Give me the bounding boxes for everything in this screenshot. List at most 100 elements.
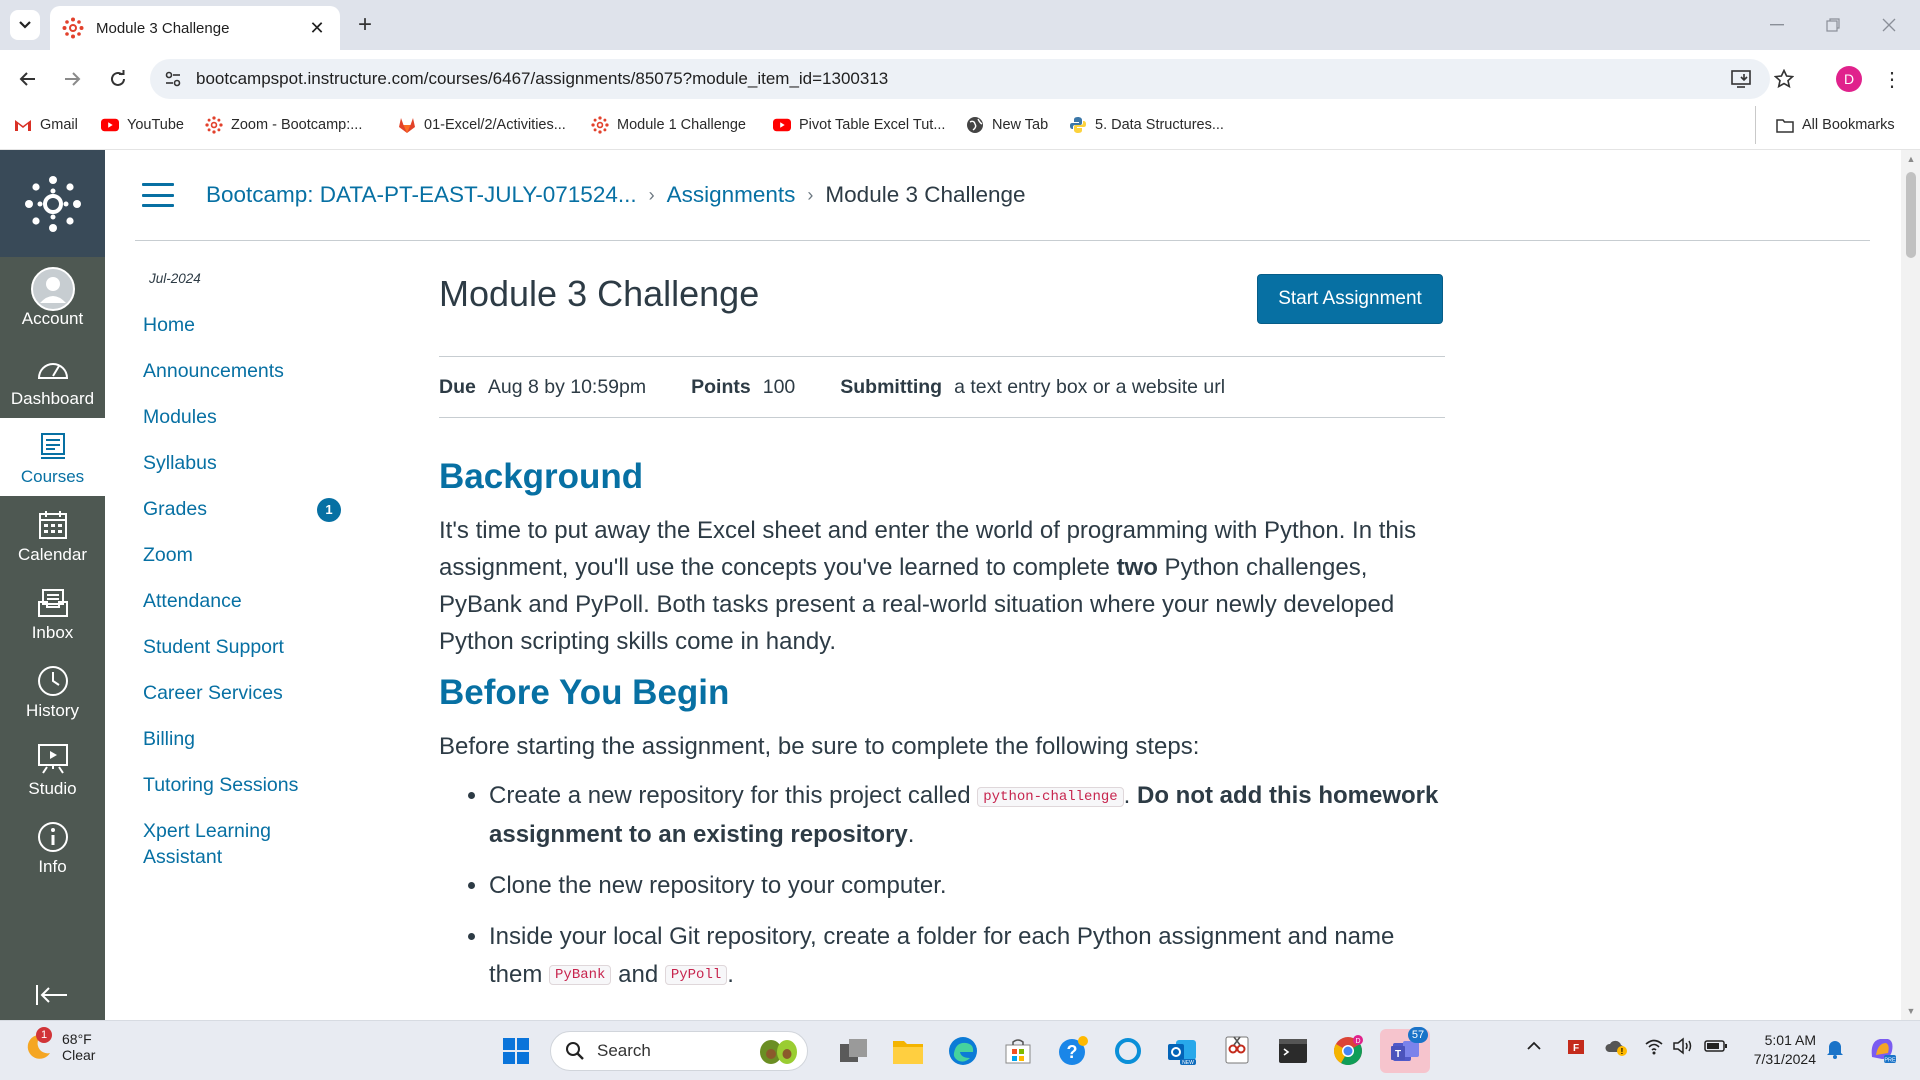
course-nav-zoom[interactable]: Zoom [143, 542, 363, 568]
terminal-icon[interactable] [1275, 1033, 1311, 1069]
nav-inbox[interactable]: Inbox [0, 574, 105, 652]
due-label: Due [439, 375, 476, 398]
system-clock[interactable]: 5:01 AM 7/31/2024 [1740, 1031, 1816, 1069]
points-value: 100 [762, 375, 796, 398]
nav-info[interactable]: Info [0, 808, 105, 886]
reload-button[interactable] [102, 63, 134, 95]
microsoft-store-icon[interactable] [1000, 1033, 1036, 1069]
course-nav-modules[interactable]: Modules [143, 404, 363, 430]
start-button[interactable] [498, 1033, 534, 1069]
windows-logo-icon [503, 1038, 529, 1064]
svg-text:F: F [1573, 1043, 1579, 1054]
course-nav-syllabus[interactable]: Syllabus [143, 450, 363, 476]
scroll-up-icon[interactable]: ▲ [1906, 154, 1916, 164]
course-nav-student-support[interactable]: Student Support [143, 634, 363, 660]
show-hidden-icons[interactable] [1526, 1039, 1542, 1055]
site-settings-icon[interactable] [164, 70, 182, 88]
course-nav-tutoring-sessions[interactable]: Tutoring Sessions [143, 772, 363, 798]
teams-icon[interactable]: T 57 [1380, 1027, 1430, 1073]
bookmark-pivot-table[interactable]: Pivot Table Excel Tut... [773, 106, 945, 144]
app-tray-icon[interactable]: F [1566, 1037, 1586, 1060]
tab-search-button[interactable] [10, 10, 40, 40]
bookmark-gmail[interactable]: Gmail [14, 106, 78, 144]
edge-icon[interactable] [945, 1033, 981, 1069]
bookmark-module-1[interactable]: Module 1 Challenge [591, 106, 746, 144]
assignment-description: Background It's time to put away the Exc… [439, 456, 1445, 1007]
taskbar-search[interactable]: Search [550, 1031, 808, 1071]
paragraph-bold: two [1116, 554, 1158, 581]
teams-badge: 57 [1408, 1027, 1428, 1043]
canvas-favicon-icon [62, 17, 84, 39]
page-scrollbar[interactable]: ▲ ▼ [1901, 150, 1920, 1020]
course-nav-grades[interactable]: Grades 1 [143, 496, 363, 522]
bookmark-excel-activities[interactable]: 01-Excel/2/Activities... [398, 106, 566, 144]
battery-icon[interactable] [1704, 1038, 1728, 1057]
course-nav-xpert-learning-assistant[interactable]: Xpert Learning Assistant [143, 818, 283, 870]
course-nav-billing[interactable]: Billing [143, 726, 363, 752]
cortana-icon[interactable] [1110, 1033, 1146, 1069]
chrome-icon[interactable]: D [1330, 1033, 1366, 1069]
nav-dashboard[interactable]: Dashboard [0, 340, 105, 418]
back-button[interactable] [12, 63, 44, 95]
start-assignment-button[interactable]: Start Assignment [1257, 274, 1443, 324]
snipping-tool-icon[interactable] [1220, 1033, 1256, 1069]
minimize-button[interactable] [1760, 10, 1794, 40]
nav-account[interactable]: Account [0, 260, 105, 338]
account-icon [30, 267, 75, 311]
bookmark-star-icon[interactable] [1774, 69, 1794, 89]
close-window-button[interactable] [1872, 10, 1906, 40]
close-tab-icon[interactable]: ✕ [306, 17, 328, 39]
nav-courses[interactable]: Courses [0, 418, 105, 496]
task-view-icon[interactable] [836, 1033, 872, 1069]
browser-menu-icon[interactable]: ⋮ [1882, 64, 1902, 94]
nav-calendar[interactable]: Calendar [0, 496, 105, 574]
nav-history[interactable]: History [0, 652, 105, 730]
canvas-logo[interactable] [0, 150, 105, 257]
scroll-down-icon[interactable]: ▼ [1906, 1006, 1916, 1016]
scrollbar-thumb[interactable] [1906, 172, 1916, 258]
course-nav-announcements[interactable]: Announcements [143, 358, 363, 384]
profile-avatar[interactable]: D [1836, 66, 1862, 92]
all-bookmarks-button[interactable]: All Bookmarks [1755, 106, 1895, 144]
volume-icon[interactable] [1672, 1037, 1694, 1058]
python-icon [1069, 116, 1087, 134]
breadcrumb-current: Module 3 Challenge [825, 182, 1026, 207]
bookmark-youtube[interactable]: YouTube [101, 106, 184, 144]
nav-label: Studio [28, 779, 77, 798]
bookmark-data-structures[interactable]: 5. Data Structures... [1069, 106, 1224, 144]
restore-button[interactable] [1816, 10, 1850, 40]
notifications-bell-icon[interactable] [1826, 1039, 1844, 1062]
new-tab-button[interactable]: + [352, 11, 378, 38]
nav-studio[interactable]: Studio [0, 730, 105, 808]
wifi-icon[interactable] [1644, 1037, 1664, 1058]
bookmark-new-tab[interactable]: New Tab [966, 106, 1048, 144]
close-icon [1882, 18, 1896, 32]
points-label: Points [691, 375, 751, 398]
canvas-icon [205, 116, 223, 134]
step-text: . [907, 820, 915, 848]
bookmark-label: Gmail [40, 117, 78, 133]
step-text: and [611, 960, 665, 988]
file-explorer-icon[interactable] [890, 1033, 926, 1069]
inbox-icon [37, 583, 69, 623]
onedrive-warning-icon[interactable]: ! [1604, 1037, 1628, 1060]
page-title: Module 3 Challenge [439, 273, 760, 314]
hamburger-menu-icon[interactable] [142, 183, 174, 207]
clock-date: 7/31/2024 [1753, 1051, 1816, 1067]
collapse-nav-button[interactable] [32, 980, 72, 1010]
breadcrumb-assignments[interactable]: Assignments [667, 182, 796, 208]
browser-tab-active[interactable]: Module 3 Challenge ✕ [50, 6, 340, 50]
outlook-new-icon[interactable]: NEW [1164, 1033, 1200, 1069]
install-app-icon[interactable] [1730, 69, 1754, 89]
breadcrumb-course[interactable]: Bootcamp: DATA-PT-EAST-JULY-071524... [206, 182, 637, 208]
get-help-icon[interactable]: ? [1055, 1033, 1091, 1069]
bookmark-zoom-bootcamp[interactable]: Zoom - Bootcamp:... [205, 106, 362, 144]
course-nav-career-services[interactable]: Career Services [143, 680, 363, 706]
weather-widget[interactable]: 1 68°F Clear [22, 1027, 95, 1063]
course-nav-home[interactable]: Home [143, 312, 363, 338]
address-bar[interactable]: bootcampspot.instructure.com/courses/646… [150, 59, 1794, 99]
course-nav-attendance[interactable]: Attendance [143, 588, 363, 614]
step-text: . [1123, 782, 1137, 809]
forward-button[interactable] [56, 63, 88, 95]
copilot-icon[interactable]: PRE [1866, 1033, 1898, 1068]
